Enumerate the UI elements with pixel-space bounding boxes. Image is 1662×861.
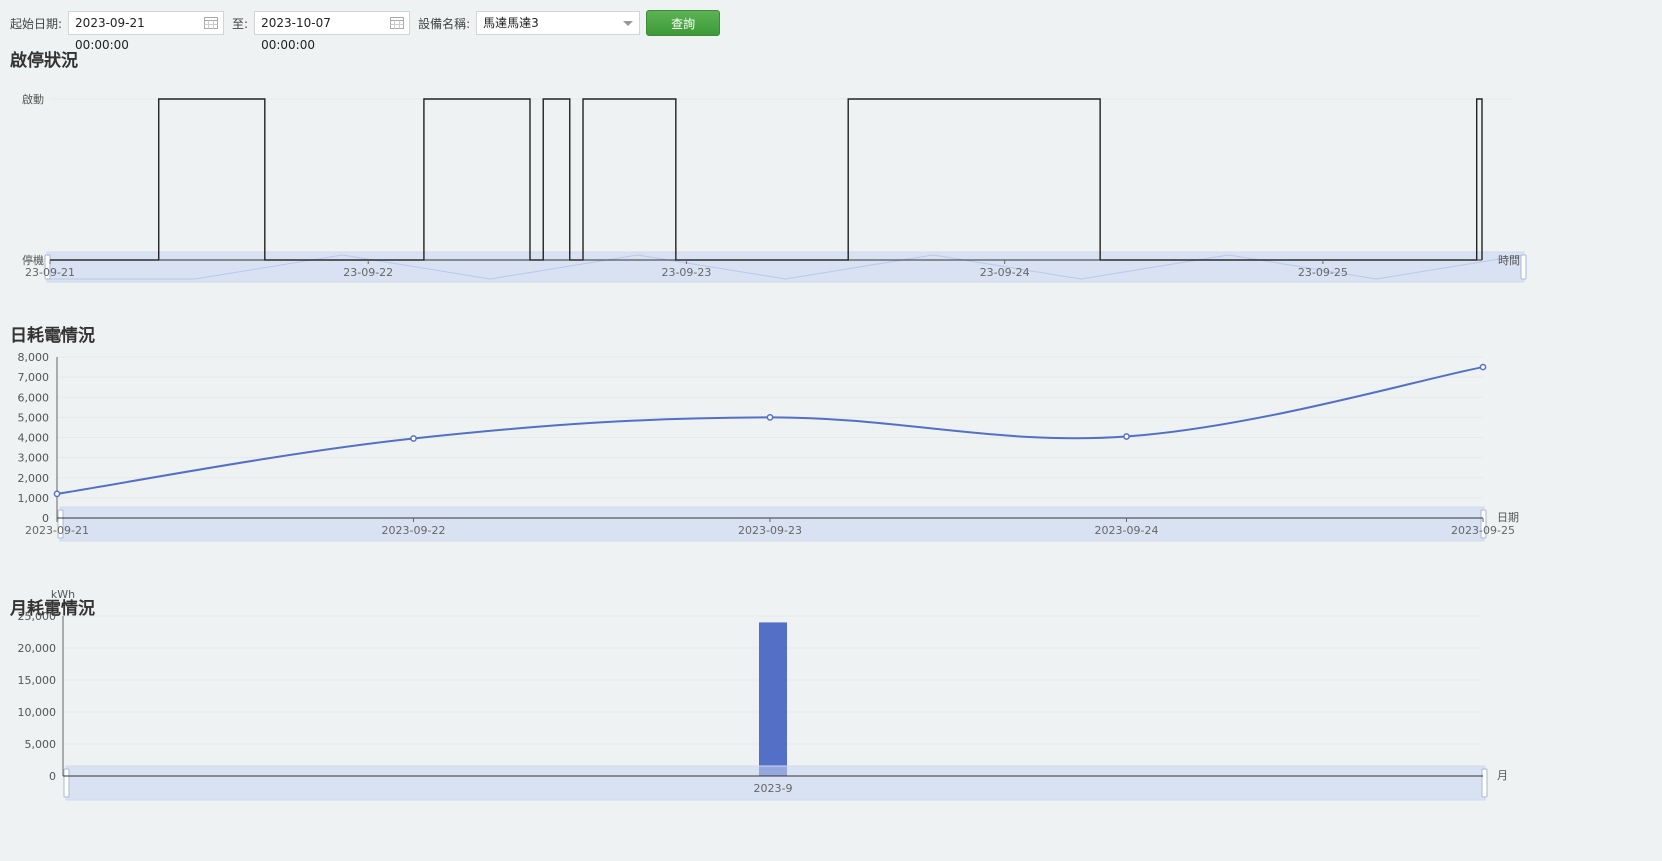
- x-tick-label: 23-09-23: [661, 266, 711, 279]
- status-section-title: 啟停狀況: [10, 51, 78, 71]
- end-date-value: 2023-10-07 00:00:00: [261, 16, 331, 52]
- x-tick-label: 2023-9: [754, 782, 793, 795]
- y-tick-label: 3,000: [18, 452, 50, 465]
- data-point[interactable]: [410, 435, 417, 442]
- calendar-icon[interactable]: [390, 16, 405, 29]
- to-label: 至:: [232, 16, 249, 31]
- start-date-value: 2023-09-21 00:00:00: [75, 16, 145, 52]
- datazoom-handle-left[interactable]: [63, 768, 70, 798]
- y-axis-unit: kWh: [45, 330, 69, 343]
- device-select-value: 馬達馬達3: [483, 16, 539, 30]
- data-point[interactable]: [1123, 433, 1130, 440]
- y-tick-label: 6,000: [18, 391, 50, 404]
- y-tick-label: 25,000: [18, 610, 57, 623]
- x-tick-label: 2023-09-24: [1095, 524, 1159, 537]
- x-axis-name: 時間: [1498, 254, 1520, 267]
- daily-consumption-chart: 01,0002,0003,0004,0005,0006,0007,0008,00…: [18, 330, 1519, 542]
- y-tick-label: 啟動: [22, 92, 44, 106]
- y-tick-label: 2,000: [18, 472, 50, 485]
- y-axis-unit: kWh: [51, 588, 75, 601]
- end-date-input[interactable]: 2023-10-07 00:00:00: [254, 11, 411, 52]
- x-tick-label: 2023-09-25: [1451, 524, 1515, 537]
- daily-series-line: [56, 366, 1484, 495]
- y-tick-label: 停機: [22, 253, 44, 267]
- datazoom-handle-right[interactable]: [1520, 254, 1527, 280]
- y-tick-label: 15,000: [18, 674, 57, 687]
- status-chart: 啟動停機23-09-21 23-09-22 23-09-23 23-09-24 23-0…: [22, 92, 1527, 283]
- data-point[interactable]: [766, 414, 774, 421]
- bar[interactable]: [759, 622, 787, 776]
- data-point[interactable]: [1479, 363, 1487, 371]
- y-tick-label: 10,000: [18, 706, 57, 719]
- device-name-label: 設備名稱:: [418, 16, 471, 31]
- status-step-line: [50, 98, 1483, 261]
- x-axis-name: 日期: [1497, 511, 1519, 524]
- y-tick-label: 5,000: [18, 411, 50, 424]
- x-axis-name: 月: [1497, 769, 1508, 782]
- y-tick-label: 4,000: [18, 432, 50, 445]
- x-tick-label: 23-09-24: [980, 266, 1030, 279]
- device-select[interactable]: 馬達馬達3: [476, 11, 641, 35]
- x-tick-label: 2023-09-23: [738, 524, 802, 537]
- y-tick-label: 20,000: [18, 642, 57, 655]
- x-tick-label: 2023-09-21: [25, 524, 89, 537]
- filter-toolbar: 起始日期: 2023-09-21 00:00:00 至: 2023-10-07 …: [10, 10, 721, 52]
- x-tick-label: 23-09-25: [1298, 266, 1348, 279]
- query-button[interactable]: 查詢: [646, 10, 721, 36]
- start-date-input[interactable]: 2023-09-21 00:00:00: [68, 11, 225, 52]
- y-tick-label: 7,000: [18, 371, 50, 384]
- x-tick-label: 2023-09-22: [382, 524, 446, 537]
- monthly-consumption-chart: 0 5,000 10,000 15,000 20,000 25,000 kWh 2023-9 月: [18, 588, 1508, 801]
- calendar-icon[interactable]: [204, 16, 219, 29]
- start-date-label: 起始日期:: [10, 16, 63, 31]
- x-tick-label: 23-09-21: [25, 266, 75, 279]
- chevron-down-icon: [623, 21, 634, 26]
- y-tick-label: 8,000: [18, 351, 50, 364]
- x-tick-label: 23-09-22: [343, 266, 393, 279]
- y-tick-label: 1,000: [18, 492, 50, 505]
- y-tick-label: 5,000: [25, 738, 57, 751]
- y-tick-label: 0: [49, 770, 56, 783]
- data-point[interactable]: [53, 490, 61, 498]
- datazoom-handle-right[interactable]: [1481, 768, 1488, 798]
